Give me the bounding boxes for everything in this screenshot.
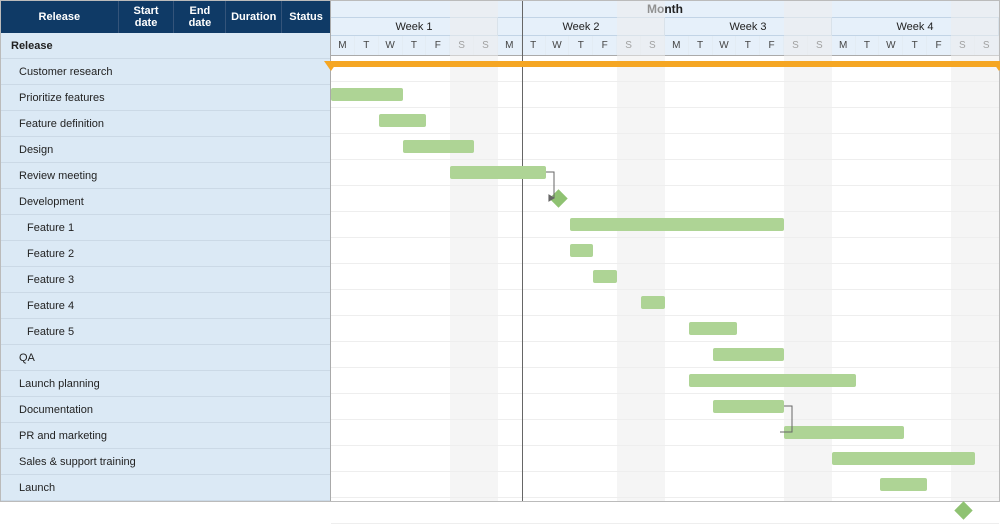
gantt-chart: Release Start date End date Duration Sta… (0, 0, 1000, 502)
task-bar[interactable] (832, 452, 975, 465)
task-row[interactable]: Documentation (1, 397, 330, 423)
task-bar[interactable] (450, 166, 545, 179)
day-header-cell: F (760, 36, 784, 55)
col-header-duration[interactable]: Duration (226, 1, 282, 33)
day-header-cell: S (975, 36, 999, 55)
task-row[interactable]: Development (1, 189, 330, 215)
task-row[interactable]: PR and marketing (1, 423, 330, 449)
task-bar[interactable] (689, 374, 856, 387)
day-header-cell: W (879, 36, 903, 55)
task-bar[interactable] (379, 114, 427, 127)
task-row[interactable]: Customer research (1, 59, 330, 85)
task-row[interactable]: Feature 2 (1, 241, 330, 267)
timeline-row (331, 290, 999, 316)
week-header-cell: Week 4 (832, 18, 999, 36)
task-bar[interactable] (331, 88, 403, 101)
timeline-row (331, 368, 999, 394)
day-header-cell: S (617, 36, 641, 55)
day-header-cell: T (569, 36, 593, 55)
week-row: Week 1Week 2Week 3Week 4 (331, 18, 999, 37)
timeline-body[interactable] (331, 56, 999, 501)
task-row[interactable]: Design (1, 137, 330, 163)
day-header-cell: W (713, 36, 737, 55)
day-header-cell: M (665, 36, 689, 55)
day-header-cell: W (379, 36, 403, 55)
day-header-cell: S (951, 36, 975, 55)
day-header-cell: S (450, 36, 474, 55)
task-row[interactable]: Prioritize features (1, 85, 330, 111)
timeline-row (331, 160, 999, 186)
week-header-cell: Week 3 (665, 18, 832, 36)
timeline-row (331, 108, 999, 134)
day-header-cell: S (641, 36, 665, 55)
timeline-panel: Month Week 1Week 2Week 3Week 4 MTWTFSSMT… (331, 1, 999, 501)
task-rows: ReleaseCustomer researchPrioritize featu… (1, 33, 330, 501)
task-row[interactable]: QA (1, 345, 330, 371)
task-row[interactable]: Sales & support training (1, 449, 330, 475)
timeline-row (331, 56, 999, 82)
timeline-row (331, 238, 999, 264)
week-header-cell: Week 2 (498, 18, 665, 36)
day-header-cell: T (856, 36, 880, 55)
summary-bar[interactable] (331, 61, 999, 67)
task-row[interactable]: Feature 4 (1, 293, 330, 319)
task-row[interactable]: Launch (1, 475, 330, 501)
day-header-cell: S (474, 36, 498, 55)
task-table: Release Start date End date Duration Sta… (1, 1, 331, 501)
task-bar[interactable] (713, 400, 785, 413)
col-header-end-date[interactable]: End date (174, 1, 226, 33)
col-header-status[interactable]: Status (282, 1, 330, 33)
day-header-cell: T (403, 36, 427, 55)
timeline-row (331, 394, 999, 420)
task-bar[interactable] (784, 426, 903, 439)
day-header-cell: T (903, 36, 927, 55)
timeline-row (331, 316, 999, 342)
task-bar[interactable] (880, 478, 928, 491)
timeline-row (331, 264, 999, 290)
summary-end-icon (992, 61, 1000, 71)
col-header-start-date[interactable]: Start date (119, 1, 175, 33)
day-header-cell: M (832, 36, 856, 55)
day-header-cell: W (546, 36, 570, 55)
timeline-row (331, 342, 999, 368)
day-row: MTWTFSSMTWTFSSMTWTFSSMTWTFSS (331, 36, 999, 55)
day-header-cell: T (522, 36, 546, 55)
day-header-cell: S (808, 36, 832, 55)
task-table-header: Release Start date End date Duration Sta… (1, 1, 330, 33)
task-row[interactable]: Feature 5 (1, 319, 330, 345)
day-header-cell: T (736, 36, 760, 55)
task-bar[interactable] (713, 348, 785, 361)
day-header-cell: M (498, 36, 522, 55)
task-bar[interactable] (570, 218, 785, 231)
col-header-release[interactable]: Release (1, 1, 119, 33)
day-header-cell: M (331, 36, 355, 55)
day-header-cell: T (355, 36, 379, 55)
task-bar[interactable] (593, 270, 617, 283)
task-row[interactable]: Feature definition (1, 111, 330, 137)
task-row[interactable]: Feature 1 (1, 215, 330, 241)
task-bar[interactable] (641, 296, 665, 309)
task-row[interactable]: Launch planning (1, 371, 330, 397)
day-header-cell: T (689, 36, 713, 55)
month-label: Month (331, 1, 999, 18)
task-bar[interactable] (403, 140, 475, 153)
timeline-row (331, 82, 999, 108)
timeline-header: Month Week 1Week 2Week 3Week 4 MTWTFSSMT… (331, 1, 999, 56)
task-bar[interactable] (689, 322, 737, 335)
day-header-cell: F (593, 36, 617, 55)
timeline-row (331, 186, 999, 212)
task-bar[interactable] (570, 244, 594, 257)
day-header-cell: F (927, 36, 951, 55)
week-header-cell: Week 1 (331, 18, 498, 36)
task-row[interactable]: Release (1, 33, 330, 59)
day-header-cell: S (784, 36, 808, 55)
summary-start-icon (324, 61, 338, 71)
task-row[interactable]: Review meeting (1, 163, 330, 189)
task-row[interactable]: Feature 3 (1, 267, 330, 293)
day-header-cell: F (426, 36, 450, 55)
